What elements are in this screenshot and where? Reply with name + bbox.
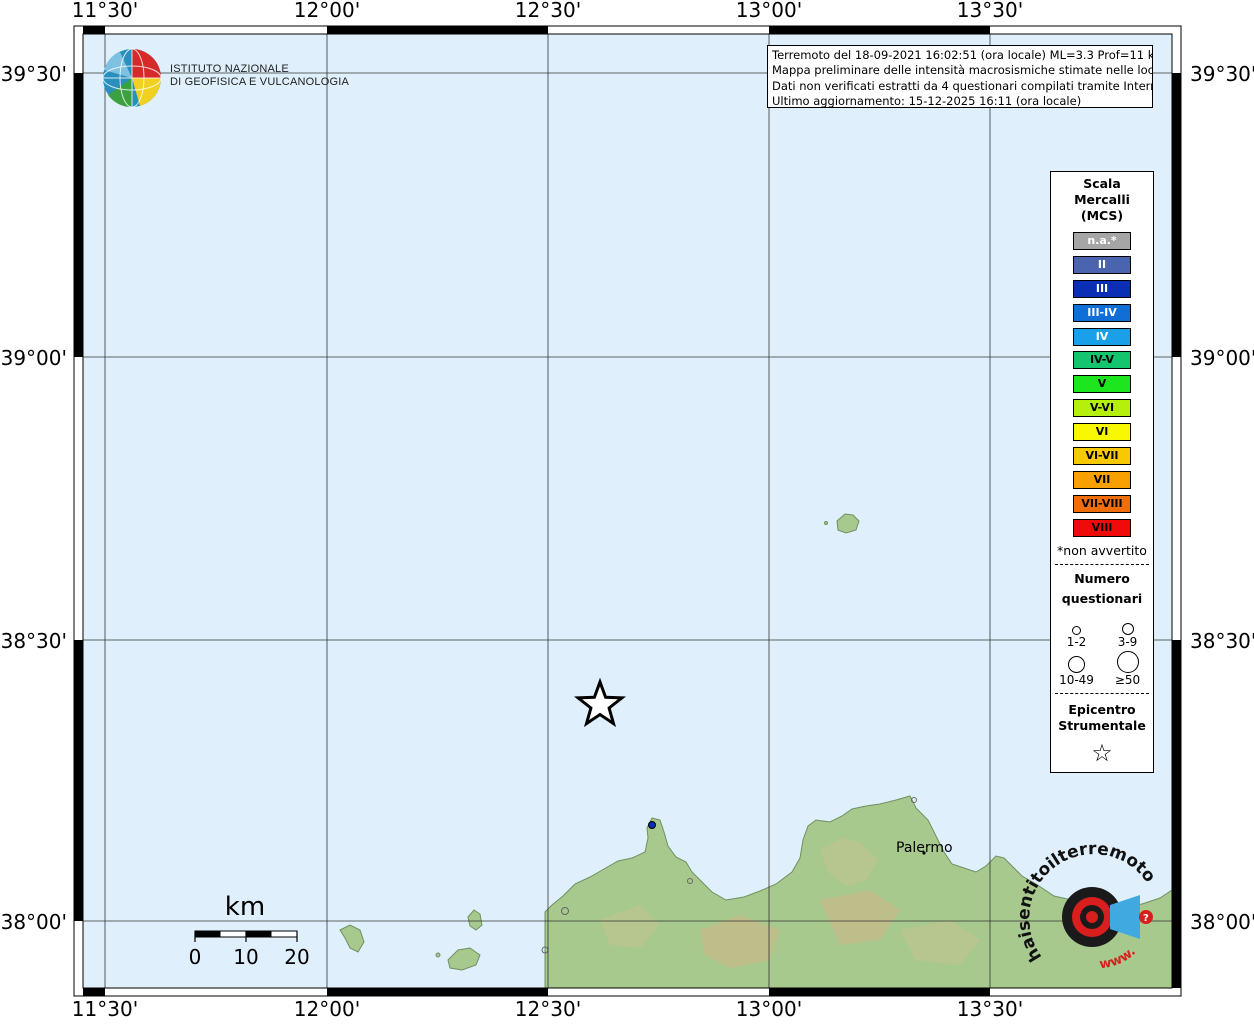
legend-title: Scala Mercalli (MCS) <box>1051 176 1153 224</box>
scale-item: V <box>1073 375 1131 394</box>
epi-line-1: Epicentro <box>1068 701 1136 717</box>
org-line-2: DI GEOFISICA E VULCANOLOGIA <box>170 76 349 88</box>
scale-item: VI-VII <box>1073 447 1131 466</box>
frame-bar-top-0 <box>83 26 105 34</box>
na-note: *non avvertito <box>1057 542 1147 558</box>
frame-bar-top-1 <box>327 26 548 34</box>
info-line-1: Terremoto del 18-09-2021 16:02:51 (ora l… <box>772 48 1153 62</box>
scale-item: IV-V <box>1073 351 1131 370</box>
frame-bar-bottom-0 <box>83 988 105 996</box>
lat-label-left-2: 38°30' <box>1 629 67 653</box>
legend-title-line-1: Scala <box>1083 176 1121 191</box>
legend-panel: Scala Mercalli (MCS) n.a.* II III III-IV IV I… <box>1050 171 1154 773</box>
q-title-line-2: questionari <box>1061 590 1143 606</box>
q-size-item: 3-9 <box>1102 613 1153 649</box>
q-size-circle-icon <box>1068 655 1085 673</box>
lon-label-top-3: 13°00' <box>736 0 802 22</box>
q-size-label: 10-49 <box>1059 672 1094 687</box>
lat-label-left-1: 39°00' <box>1 346 67 370</box>
q-size-label: 1-2 <box>1066 634 1087 649</box>
lat-label-right-2: 38°30' <box>1190 629 1254 653</box>
scale-item: III <box>1073 279 1131 298</box>
epicenter-legend-title: Epicentro Strumentale <box>1051 702 1153 734</box>
legend-divider <box>1055 692 1149 694</box>
q-size-item: 10-49 <box>1051 651 1102 687</box>
info-line-2: Mappa preliminare delle intensità macros… <box>772 63 1153 78</box>
questionnaire-sizes: 1-2 3-9 10-49 ≥50 <box>1051 613 1153 687</box>
lon-label-top-0: 11°30' <box>72 0 138 22</box>
q-size-item: ≥50 <box>1102 650 1153 687</box>
scale-unit: km <box>225 892 265 922</box>
islet-favignana <box>435 952 441 958</box>
q-size-label: ≥50 <box>1114 672 1141 687</box>
lon-label-bottom-1: 12°00' <box>294 997 360 1021</box>
scale-item: IV <box>1073 327 1131 346</box>
lon-label-bottom-0: 11°30' <box>72 997 138 1021</box>
ingv-org-name: ISTITUTO NAZIONALE DI GEOFISICA E VULCAN… <box>170 63 349 89</box>
islet-ustica <box>824 521 828 525</box>
questionnaire-point[interactable] <box>648 821 656 829</box>
lon-label-bottom-3: 13°00' <box>736 997 802 1021</box>
event-info-box: Terremoto del 18-09-2021 16:02:51 (ora l… <box>767 45 1153 108</box>
epicenter-legend-icon: ☆ <box>1091 738 1113 767</box>
lon-label-top-1: 12°00' <box>294 0 360 22</box>
scale-tick-2: 20 <box>284 945 309 969</box>
q-size-label: 3-9 <box>1117 634 1138 649</box>
frame-bar-left-0 <box>74 73 83 357</box>
ingv-logo-icon <box>102 48 162 108</box>
epi-line-2: Strumentale <box>1058 717 1146 733</box>
scale-item: V-VI <box>1073 399 1131 418</box>
legend-title-line-2: Mercalli <box>1074 192 1130 207</box>
sea-area <box>83 34 1172 988</box>
svg-text:?: ? <box>1143 913 1149 924</box>
frame-bar-right-0 <box>1172 73 1181 357</box>
org-line-1: ISTITUTO NAZIONALE <box>170 63 289 75</box>
q-title-line-1: Numero <box>1074 570 1130 586</box>
scale-item: VII <box>1073 470 1131 489</box>
q-size-circle-icon <box>1116 650 1139 673</box>
scale-item: III-IV <box>1073 303 1131 322</box>
intensity-scale: n.a.* II III III-IV IV IV-V V V-VI VI VI-VII VII VI… <box>1051 232 1153 537</box>
scale-tick-0: 0 <box>189 945 202 969</box>
info-line-4: Ultimo aggiornamento: 15-12-2025 16:11 (… <box>772 94 1082 108</box>
lat-label-left-3: 38°00' <box>1 910 67 934</box>
legend-title-line-3: (MCS) <box>1080 208 1124 223</box>
frame-bar-right-1 <box>1172 640 1181 921</box>
lat-label-right-0: 39°30' <box>1190 62 1254 86</box>
lon-label-bottom-2: 12°30' <box>515 997 581 1021</box>
scale-item: VII-VIII <box>1073 494 1131 513</box>
info-line-3: Dati non verificati estratti da 4 questi… <box>772 78 1153 93</box>
frame-bar-bottom-2 <box>769 988 990 996</box>
frame-bar-bottom-1 <box>327 988 548 996</box>
scale-item: VI <box>1073 423 1131 442</box>
frame-bar-right-end <box>1172 921 1181 988</box>
lat-label-right-3: 38°00' <box>1190 910 1254 934</box>
lon-label-top-4: 13°30' <box>957 0 1023 22</box>
frame-bar-top-2 <box>769 26 990 34</box>
scale-tick-1: 10 <box>233 945 258 969</box>
frame-bar-left-1 <box>74 640 83 921</box>
scale-item: II <box>1073 255 1131 274</box>
q-size-circle-icon <box>1121 622 1134 635</box>
questionnaire-title: Numero questionari <box>1051 569 1153 609</box>
city-label-palermo: Palermo <box>896 840 953 856</box>
q-size-circle-icon <box>1072 625 1081 635</box>
scale-item: n.a.* <box>1073 232 1131 250</box>
q-size-item: 1-2 <box>1051 613 1102 649</box>
lat-label-left-0: 39°30' <box>1 62 67 86</box>
lon-label-bottom-4: 13°30' <box>957 997 1023 1021</box>
legend-divider <box>1055 563 1149 565</box>
scale-item: VIII <box>1073 518 1131 537</box>
lon-label-top-2: 12°30' <box>515 0 581 22</box>
lat-label-right-1: 39°00' <box>1190 346 1254 370</box>
